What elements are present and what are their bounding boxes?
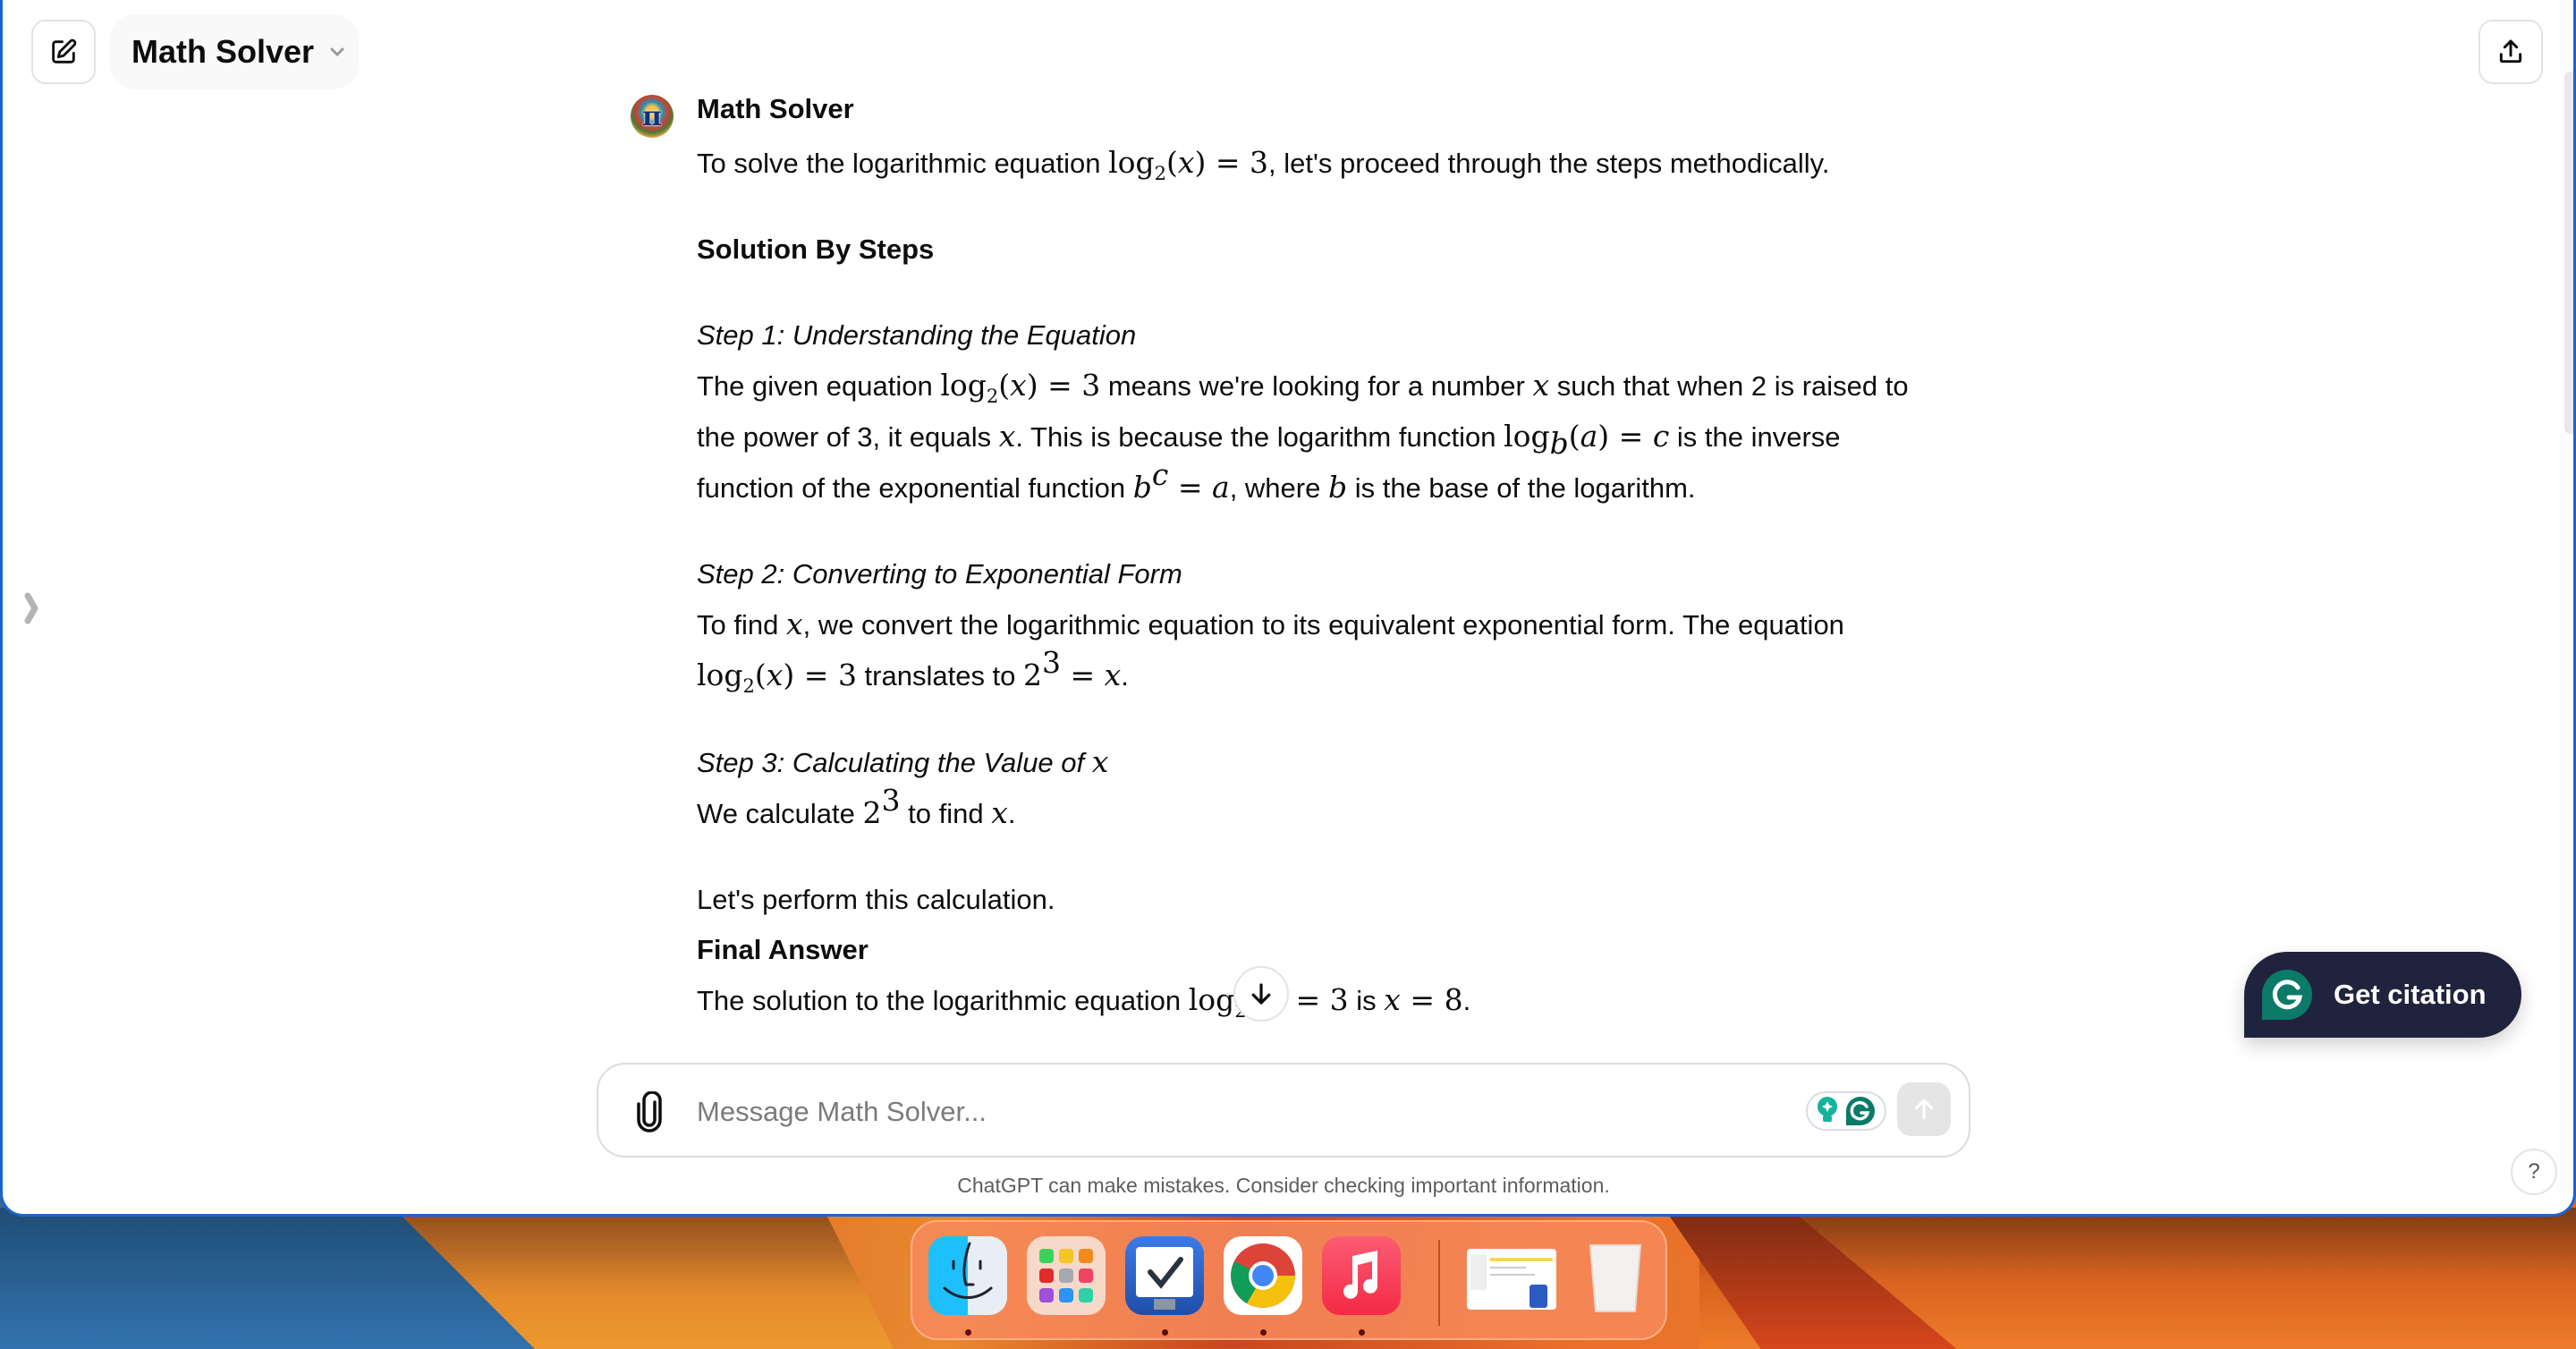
get-citation-button[interactable]: Get citation bbox=[2244, 952, 2521, 1038]
chevron-down-icon bbox=[328, 46, 346, 58]
edit-icon bbox=[52, 38, 77, 64]
final-answer-paragraph: The solution to the logarithmic equation… bbox=[697, 982, 1471, 1021]
arrow-down-icon bbox=[1251, 983, 1271, 1005]
running-indicator bbox=[1162, 1329, 1168, 1336]
dock-music[interactable] bbox=[1322, 1236, 1401, 1315]
step-2-heading: Step 2: Converting to Exponential Form bbox=[697, 558, 1182, 590]
step-2-paragraph: To find x, we convert the logarithmic eq… bbox=[697, 607, 1844, 697]
sidebar-toggle[interactable] bbox=[22, 590, 40, 626]
message-input[interactable] bbox=[697, 1090, 1806, 1134]
step-3-paragraph: We calculate 23 to find x. bbox=[697, 783, 1016, 830]
step-1-heading: Step 1: Understanding the Equation bbox=[697, 319, 1137, 351]
dock-launchpad[interactable] bbox=[1027, 1236, 1106, 1315]
gpt-avatar: π bbox=[631, 95, 674, 138]
window-thumbnail-icon bbox=[1470, 1254, 1553, 1308]
header-bar bbox=[3, 0, 2573, 100]
app-window: Math Solver π Math Solver To solve the l… bbox=[0, 0, 2576, 1217]
grammarly-extension[interactable] bbox=[1806, 1091, 1886, 1131]
launchpad-icon bbox=[1039, 1249, 1093, 1302]
dock-chrome[interactable] bbox=[1224, 1236, 1302, 1315]
section-heading: Solution By Steps bbox=[697, 233, 935, 265]
message-body: To solve the logarithmic equation log2(x… bbox=[697, 138, 1931, 1026]
dock-separator bbox=[1438, 1240, 1440, 1326]
dock-tasks[interactable] bbox=[1125, 1236, 1204, 1315]
get-citation-label: Get citation bbox=[2334, 979, 2487, 1010]
grammarly-logo-icon bbox=[2262, 970, 2312, 1020]
running-indicator bbox=[1359, 1329, 1365, 1336]
running-indicator bbox=[965, 1329, 971, 1336]
message-composer bbox=[597, 1063, 1970, 1158]
checkmark-icon bbox=[1136, 1247, 1193, 1310]
macos-dock bbox=[911, 1220, 1667, 1340]
lightbulb-icon[interactable] bbox=[1816, 1096, 1839, 1126]
attach-button[interactable] bbox=[634, 1090, 665, 1133]
share-icon bbox=[2499, 39, 2522, 64]
final-answer-heading: Final Answer bbox=[697, 934, 869, 965]
help-button[interactable]: ? bbox=[2511, 1149, 2557, 1195]
page-title: Math Solver bbox=[131, 33, 315, 70]
trash-icon bbox=[1589, 1244, 1642, 1312]
grammarly-icon[interactable] bbox=[1844, 1095, 1877, 1127]
step-3-heading: Step 3: Calculating the Value of x bbox=[697, 744, 1109, 779]
new-chat-button[interactable] bbox=[31, 20, 96, 84]
chevron-right-icon bbox=[24, 592, 38, 624]
finder-icon bbox=[943, 1242, 993, 1299]
arrow-up-icon bbox=[1914, 1099, 1934, 1120]
chrome-icon bbox=[1231, 1243, 1295, 1308]
intro-paragraph: To solve the logarithmic equation log2(x… bbox=[697, 145, 1830, 184]
scrollbar[interactable] bbox=[2564, 72, 2573, 434]
perform-paragraph: Let's perform this calculation. bbox=[697, 884, 1055, 915]
dock-trash[interactable] bbox=[1576, 1236, 1655, 1315]
message-author: Math Solver bbox=[697, 93, 854, 124]
share-button[interactable] bbox=[2479, 20, 2543, 84]
send-button[interactable] bbox=[1897, 1082, 1951, 1136]
paperclip-icon bbox=[637, 1090, 662, 1133]
dock-recent-window[interactable] bbox=[1467, 1249, 1556, 1310]
dock-finder[interactable] bbox=[928, 1236, 1007, 1315]
step-1-paragraph: The given equation log2(x) = 3 means we'… bbox=[697, 368, 1909, 505]
music-note-icon bbox=[1343, 1251, 1377, 1299]
scroll-to-bottom-button[interactable] bbox=[1233, 966, 1289, 1022]
disclaimer-text: ChatGPT can make mistakes. Consider chec… bbox=[957, 1174, 1610, 1197]
running-indicator bbox=[1260, 1329, 1267, 1336]
model-selector[interactable]: Math Solver bbox=[110, 14, 359, 89]
